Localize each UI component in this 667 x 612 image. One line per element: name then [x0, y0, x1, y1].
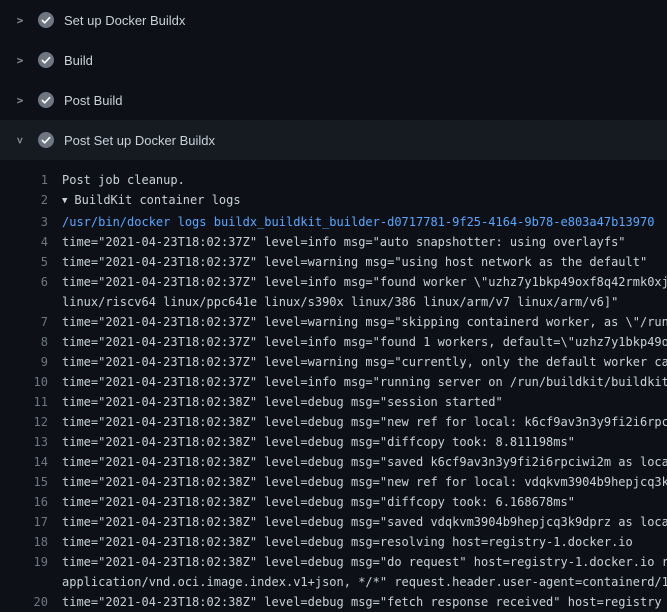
- log-text: time="2021-04-23T18:02:37Z" level=warnin…: [48, 352, 667, 372]
- log-text: time="2021-04-23T18:02:37Z" level=info m…: [48, 332, 667, 352]
- line-number[interactable]: 16: [0, 492, 48, 512]
- step-label: Set up Docker Buildx: [64, 13, 185, 28]
- step-header-set-up-docker-buildx[interactable]: > Set up Docker Buildx: [0, 0, 667, 40]
- log-text: time="2021-04-23T18:02:38Z" level=debug …: [48, 392, 667, 412]
- log-line: linux/riscv64 linux/ppc641e linux/s390x …: [0, 292, 667, 312]
- line-number[interactable]: 3: [0, 212, 48, 232]
- log-text: time="2021-04-23T18:02:38Z" level=debug …: [48, 452, 667, 472]
- log-text: time="2021-04-23T18:02:37Z" level=warnin…: [48, 312, 667, 332]
- log-line: 8time="2021-04-23T18:02:37Z" level=info …: [0, 332, 667, 352]
- log-line: 9time="2021-04-23T18:02:37Z" level=warni…: [0, 352, 667, 372]
- chevron-right-icon: >: [12, 94, 28, 107]
- line-number[interactable]: 6: [0, 272, 48, 292]
- line-number[interactable]: 9: [0, 352, 48, 372]
- log-line: 20time="2021-04-23T18:02:38Z" level=debu…: [0, 592, 667, 612]
- log-line: 17time="2021-04-23T18:02:38Z" level=debu…: [0, 512, 667, 532]
- line-number[interactable]: 13: [0, 432, 48, 452]
- step-header-build[interactable]: > Build: [0, 40, 667, 80]
- log-line: 3/usr/bin/docker logs buildx_buildkit_bu…: [0, 212, 667, 232]
- log-line: 10time="2021-04-23T18:02:37Z" level=info…: [0, 372, 667, 392]
- log-text: time="2021-04-23T18:02:38Z" level=debug …: [48, 552, 667, 572]
- line-number[interactable]: 8: [0, 332, 48, 352]
- log-line: 5time="2021-04-23T18:02:37Z" level=warni…: [0, 252, 667, 272]
- log-line: 19time="2021-04-23T18:02:38Z" level=debu…: [0, 552, 667, 572]
- step-label: Post Build: [64, 93, 123, 108]
- step-label: Post Set up Docker Buildx: [64, 133, 215, 148]
- log-line: 14time="2021-04-23T18:02:38Z" level=debu…: [0, 452, 667, 472]
- steps-list: > Set up Docker Buildx > Build > Post Build > P…: [0, 0, 667, 160]
- line-number[interactable]: 19: [0, 552, 48, 572]
- log-text: time="2021-04-23T18:02:38Z" level=debug …: [48, 512, 667, 532]
- log-text: time="2021-04-23T18:02:38Z" level=debug …: [48, 412, 667, 432]
- check-circle-icon: [38, 132, 54, 148]
- log-text: time="2021-04-23T18:02:38Z" level=debug …: [48, 592, 667, 612]
- group-collapse-triangle-icon[interactable]: ▼: [62, 191, 67, 211]
- log-line: 4time="2021-04-23T18:02:37Z" level=info …: [0, 232, 667, 252]
- log-area: 1Post job cleanup.2▼BuildKit container l…: [0, 160, 667, 612]
- log-line: 6time="2021-04-23T18:02:37Z" level=info …: [0, 272, 667, 292]
- line-number[interactable]: 18: [0, 532, 48, 552]
- chevron-down-icon: >: [14, 132, 27, 148]
- check-circle-icon: [38, 92, 54, 108]
- line-number[interactable]: 17: [0, 512, 48, 532]
- log-text: time="2021-04-23T18:02:38Z" level=debug …: [48, 492, 667, 512]
- log-line: application/vnd.oci.image.index.v1+json,…: [0, 572, 667, 592]
- log-text: application/vnd.oci.image.index.v1+json,…: [48, 572, 667, 592]
- line-number[interactable]: 20: [0, 592, 48, 612]
- log-text: time="2021-04-23T18:02:38Z" level=debug …: [48, 472, 667, 492]
- line-number[interactable]: 1: [0, 170, 48, 190]
- log-line: 16time="2021-04-23T18:02:38Z" level=debu…: [0, 492, 667, 512]
- log-text: linux/riscv64 linux/ppc641e linux/s390x …: [48, 292, 667, 312]
- line-number[interactable]: 2: [0, 190, 48, 212]
- log-text: time="2021-04-23T18:02:37Z" level=info m…: [48, 272, 667, 292]
- log-text: time="2021-04-23T18:02:38Z" level=debug …: [48, 432, 667, 452]
- log-text: time="2021-04-23T18:02:37Z" level=warnin…: [48, 252, 667, 272]
- log-line: 18time="2021-04-23T18:02:38Z" level=debu…: [0, 532, 667, 552]
- check-circle-icon: [38, 52, 54, 68]
- line-number[interactable]: 4: [0, 232, 48, 252]
- log-command-text[interactable]: /usr/bin/docker logs buildx_buildkit_bui…: [48, 212, 667, 232]
- log-line: 1Post job cleanup.: [0, 170, 667, 190]
- check-circle-icon: [38, 12, 54, 28]
- line-number: [0, 572, 48, 592]
- line-number[interactable]: 15: [0, 472, 48, 492]
- line-number[interactable]: 5: [0, 252, 48, 272]
- log-line: 11time="2021-04-23T18:02:38Z" level=debu…: [0, 392, 667, 412]
- line-number[interactable]: 11: [0, 392, 48, 412]
- log-text: Post job cleanup.: [48, 170, 667, 190]
- line-number[interactable]: 10: [0, 372, 48, 392]
- log-line: 7time="2021-04-23T18:02:37Z" level=warni…: [0, 312, 667, 332]
- line-number[interactable]: 14: [0, 452, 48, 472]
- step-header-post-build[interactable]: > Post Build: [0, 80, 667, 120]
- step-header-post-set-up-docker-buildx[interactable]: > Post Set up Docker Buildx: [0, 120, 667, 160]
- line-number[interactable]: 7: [0, 312, 48, 332]
- log-line: 2▼BuildKit container logs: [0, 190, 667, 212]
- line-number: [0, 292, 48, 312]
- log-line: 12time="2021-04-23T18:02:38Z" level=debu…: [0, 412, 667, 432]
- log-text[interactable]: ▼BuildKit container logs: [48, 190, 667, 212]
- chevron-right-icon: >: [12, 14, 28, 27]
- log-text: time="2021-04-23T18:02:38Z" level=debug …: [48, 532, 667, 552]
- workflow-log-viewer: > Set up Docker Buildx > Build > Post Build > P…: [0, 0, 667, 612]
- line-number[interactable]: 12: [0, 412, 48, 432]
- log-line: 15time="2021-04-23T18:02:38Z" level=debu…: [0, 472, 667, 492]
- log-text: time="2021-04-23T18:02:37Z" level=info m…: [48, 372, 667, 392]
- step-label: Build: [64, 53, 93, 68]
- chevron-right-icon: >: [12, 54, 28, 67]
- log-text: time="2021-04-23T18:02:37Z" level=info m…: [48, 232, 667, 252]
- log-line: 13time="2021-04-23T18:02:38Z" level=debu…: [0, 432, 667, 452]
